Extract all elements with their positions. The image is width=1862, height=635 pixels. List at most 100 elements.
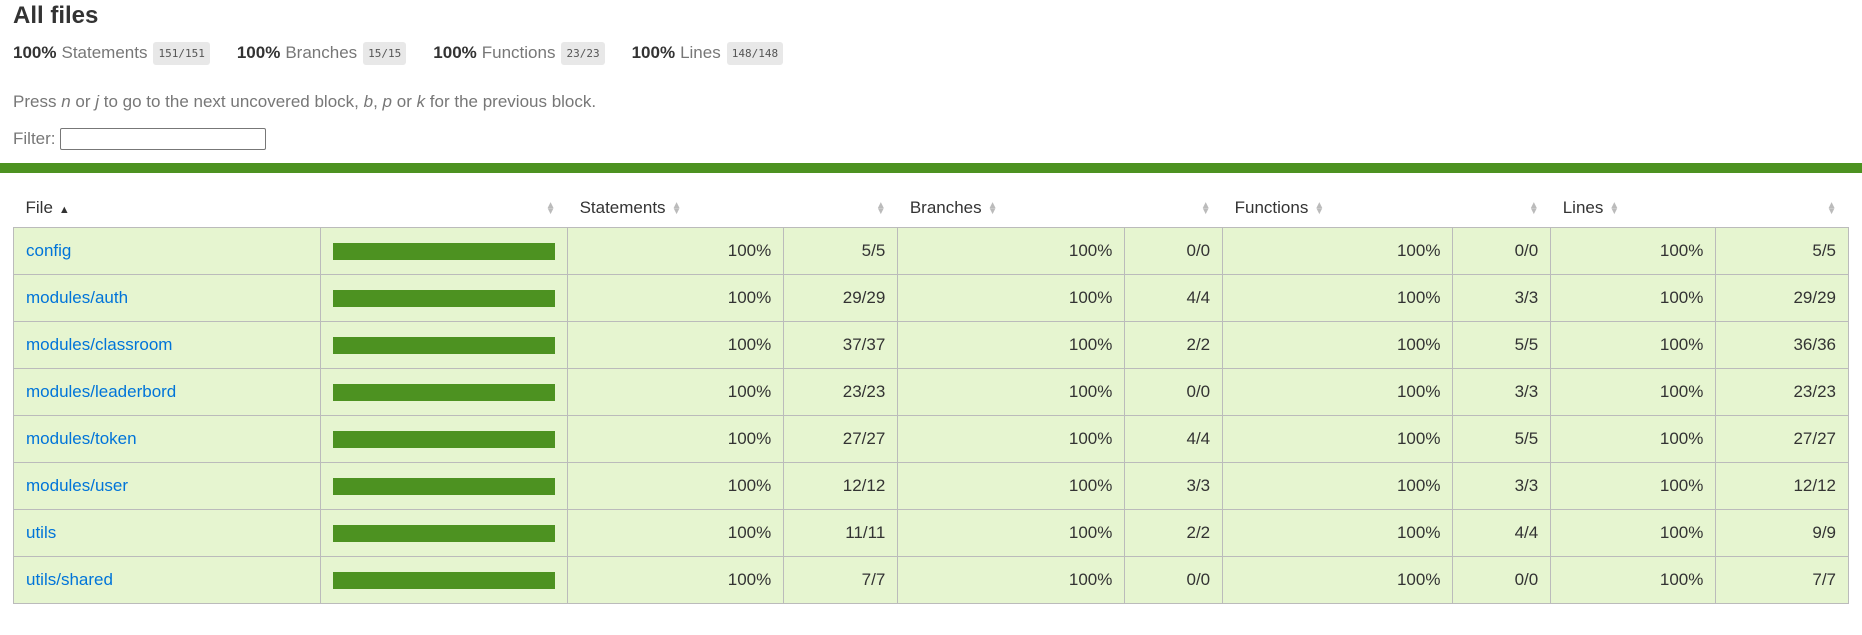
file-link[interactable]: modules/leaderbord: [26, 382, 176, 401]
branches-pct: 100%: [897, 368, 1126, 416]
statements-fraction: 27/27: [783, 415, 899, 463]
file-link[interactable]: modules/auth: [26, 288, 128, 307]
functions-pct: 100%: [1222, 509, 1454, 557]
sort-icon: ▲ ▼: [1200, 199, 1211, 217]
table-row: modules/leaderbord 100% 23/23 100% 0/0 1…: [12, 368, 1849, 416]
file-link[interactable]: modules/token: [26, 429, 137, 448]
branches-fraction: 2/2: [1124, 321, 1224, 369]
coverage-bar: [333, 289, 556, 307]
file-cell: modules/user: [12, 462, 322, 510]
header-branches[interactable]: Branches ▲ ▼: [898, 189, 1125, 228]
lines-pct: 100%: [1550, 462, 1717, 510]
statements-fraction: 5/5: [783, 227, 899, 275]
header-statements-raw[interactable]: ▲ ▼: [784, 189, 898, 228]
sort-icon: ▲ ▼: [1826, 199, 1837, 217]
branches-pct: 100%: [897, 227, 1126, 275]
lines-fraction: 23/23: [1715, 368, 1849, 416]
branches-pct: 100%: [897, 509, 1126, 557]
branches-pct: 100%: [897, 274, 1126, 322]
functions-fraction: 5/5: [1452, 415, 1552, 463]
branches-fraction: 0/0: [1124, 368, 1224, 416]
statements-fraction: 7/7: [783, 556, 899, 604]
statements-fraction: 23/23: [783, 368, 899, 416]
file-cell: utils: [12, 509, 322, 557]
branches-fraction: 3/3: [1124, 462, 1224, 510]
file-link[interactable]: modules/user: [26, 476, 128, 495]
header-label: File: [25, 198, 53, 217]
file-link[interactable]: utils: [26, 523, 56, 542]
lines-fraction: 29/29: [1715, 274, 1849, 322]
header-label: Branches: [909, 198, 982, 217]
coverage-bar: [333, 336, 556, 354]
summary-label: Statements: [61, 43, 148, 62]
coverage-bar-cell: [320, 462, 569, 510]
status-bar-high: [0, 163, 1862, 173]
header: All files 100% Statements 151/151 100% B…: [0, 0, 1862, 150]
branches-fraction: 4/4: [1124, 415, 1224, 463]
sort-icon: ▲ ▼: [671, 199, 682, 217]
header-statements[interactable]: Statements ▲ ▼: [568, 189, 784, 228]
table-row: modules/auth 100% 29/29 100% 4/4 100% 3/…: [12, 274, 1849, 322]
header-lines[interactable]: Lines ▲ ▼: [1551, 189, 1716, 228]
file-cell: utils/shared: [12, 556, 322, 604]
functions-fraction: 5/5: [1452, 321, 1552, 369]
filter-input[interactable]: [59, 128, 266, 150]
lines-pct: 100%: [1550, 415, 1717, 463]
sort-icon: ▲ ▼: [545, 199, 556, 217]
statements-pct: 100%: [567, 509, 785, 557]
table-row: modules/token 100% 27/27 100% 4/4 100% 5…: [12, 415, 1849, 463]
coverage-bar-cell: [320, 368, 569, 416]
coverage-bar: [333, 242, 556, 260]
statements-pct: 100%: [567, 556, 785, 604]
header-functions-raw[interactable]: ▲ ▼: [1453, 189, 1551, 228]
branches-fraction: 0/0: [1124, 556, 1224, 604]
summary-fraction: 15/15: [363, 41, 407, 65]
summary-label: Functions: [481, 43, 556, 62]
header-branches-raw[interactable]: ▲ ▼: [1125, 189, 1223, 228]
summary-fraction: 151/151: [153, 41, 210, 65]
lines-pct: 100%: [1550, 509, 1717, 557]
header-label: Lines: [1562, 198, 1604, 217]
header-label: Functions: [1234, 198, 1309, 217]
statements-fraction: 11/11: [783, 509, 899, 557]
sort-icon: ▲ ▼: [1314, 199, 1325, 217]
file-link[interactable]: modules/classroom: [26, 335, 172, 354]
summary-pct: 100%: [13, 43, 57, 62]
table-row: utils/shared 100% 7/7 100% 0/0 100% 0/0 …: [12, 556, 1849, 604]
functions-pct: 100%: [1222, 227, 1454, 275]
statements-pct: 100%: [567, 227, 785, 275]
header-functions[interactable]: Functions ▲ ▼: [1223, 189, 1453, 228]
table-row: modules/user 100% 12/12 100% 3/3 100% 3/…: [12, 462, 1849, 510]
summary-label: Branches: [285, 43, 358, 62]
hint-text: ,: [373, 92, 383, 111]
summary-statements: 100% Statements 151/151: [13, 41, 210, 65]
file-link[interactable]: config: [26, 241, 71, 260]
statements-fraction: 37/37: [783, 321, 899, 369]
file-link[interactable]: utils/shared: [26, 570, 113, 589]
coverage-bar: [333, 524, 556, 542]
filter-label: Filter:: [13, 129, 56, 148]
lines-fraction: 12/12: [1715, 462, 1849, 510]
coverage-bar: [333, 477, 556, 495]
statements-pct: 100%: [567, 274, 785, 322]
lines-pct: 100%: [1550, 227, 1717, 275]
coverage-bar: [333, 383, 556, 401]
lines-pct: 100%: [1550, 556, 1717, 604]
header-lines-raw[interactable]: ▲ ▼: [1716, 189, 1849, 228]
header-label: Statements: [579, 198, 666, 217]
sort-icon: ▲ ▼: [987, 199, 998, 217]
functions-pct: 100%: [1222, 462, 1454, 510]
header-file[interactable]: File ▲: [14, 189, 321, 228]
branches-fraction: 0/0: [1124, 227, 1224, 275]
hint-key: b: [363, 92, 374, 111]
functions-pct: 100%: [1222, 274, 1454, 322]
functions-fraction: 4/4: [1452, 509, 1552, 557]
branches-pct: 100%: [897, 321, 1126, 369]
file-cell: modules/auth: [12, 274, 322, 322]
summary-functions: 100% Functions 23/23: [433, 41, 605, 65]
summary-pct: 100%: [236, 43, 281, 62]
statements-pct: 100%: [567, 321, 785, 369]
header-file-chart[interactable]: ▲ ▼: [321, 189, 568, 228]
hint-text: to go to the next uncovered block,: [99, 92, 364, 111]
lines-fraction: 5/5: [1715, 227, 1849, 275]
